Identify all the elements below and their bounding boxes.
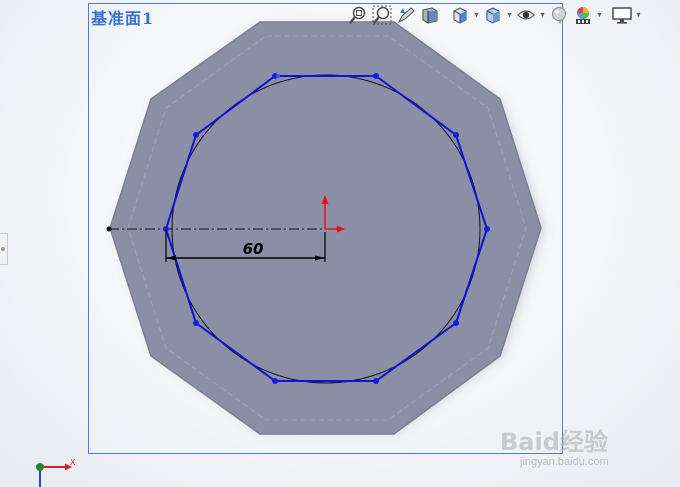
apply-scene-button[interactable] xyxy=(571,3,595,27)
hide-show-items-icon xyxy=(517,10,535,20)
display-style-dropdown[interactable]: ▼ xyxy=(505,3,514,27)
triad-x-label: X xyxy=(70,458,76,467)
zoom-to-area-button[interactable] xyxy=(370,3,394,27)
zoom-to-fit-button[interactable] xyxy=(346,3,370,27)
plane-label[interactable]: 基准面1 xyxy=(91,5,154,29)
previous-view-button[interactable] xyxy=(394,3,418,27)
view-settings-dropdown[interactable]: ▼ xyxy=(634,3,643,27)
section-view-button[interactable] xyxy=(418,3,442,27)
display-style-button[interactable] xyxy=(481,3,505,27)
reference-plane-frame[interactable] xyxy=(88,3,563,454)
edit-appearance-button[interactable] xyxy=(547,3,571,27)
edit-appearance-icon xyxy=(552,7,566,24)
triad-axes-icon: X xyxy=(36,458,76,487)
hide-show-items-dropdown[interactable]: ▼ xyxy=(538,3,547,27)
reference-triad[interactable]: X xyxy=(30,457,80,487)
section-view-icon xyxy=(422,7,438,24)
zoom-to-area-icon xyxy=(372,5,392,25)
hide-show-items-button[interactable] xyxy=(514,3,538,27)
heads-up-view-toolbar: ▼ ▼ ▼ ▼ ▼ xyxy=(346,3,643,27)
view-settings-button[interactable] xyxy=(610,3,634,27)
zoom-to-fit-icon xyxy=(349,6,366,24)
watermark-url: jingyan.baidu.com xyxy=(520,456,609,468)
watermark-brand: Baid经验 xyxy=(500,428,608,456)
view-orientation-icon xyxy=(453,7,467,24)
apply-scene-icon xyxy=(576,7,590,24)
display-style-icon xyxy=(486,7,500,24)
view-settings-icon xyxy=(612,7,632,24)
watermark: Baid经验 jingyan.baidu.com xyxy=(500,422,660,482)
apply-scene-dropdown[interactable]: ▼ xyxy=(595,3,604,27)
view-orientation-dropdown[interactable]: ▼ xyxy=(472,3,481,27)
view-orientation-button[interactable] xyxy=(448,3,472,27)
previous-view-icon xyxy=(397,7,415,24)
